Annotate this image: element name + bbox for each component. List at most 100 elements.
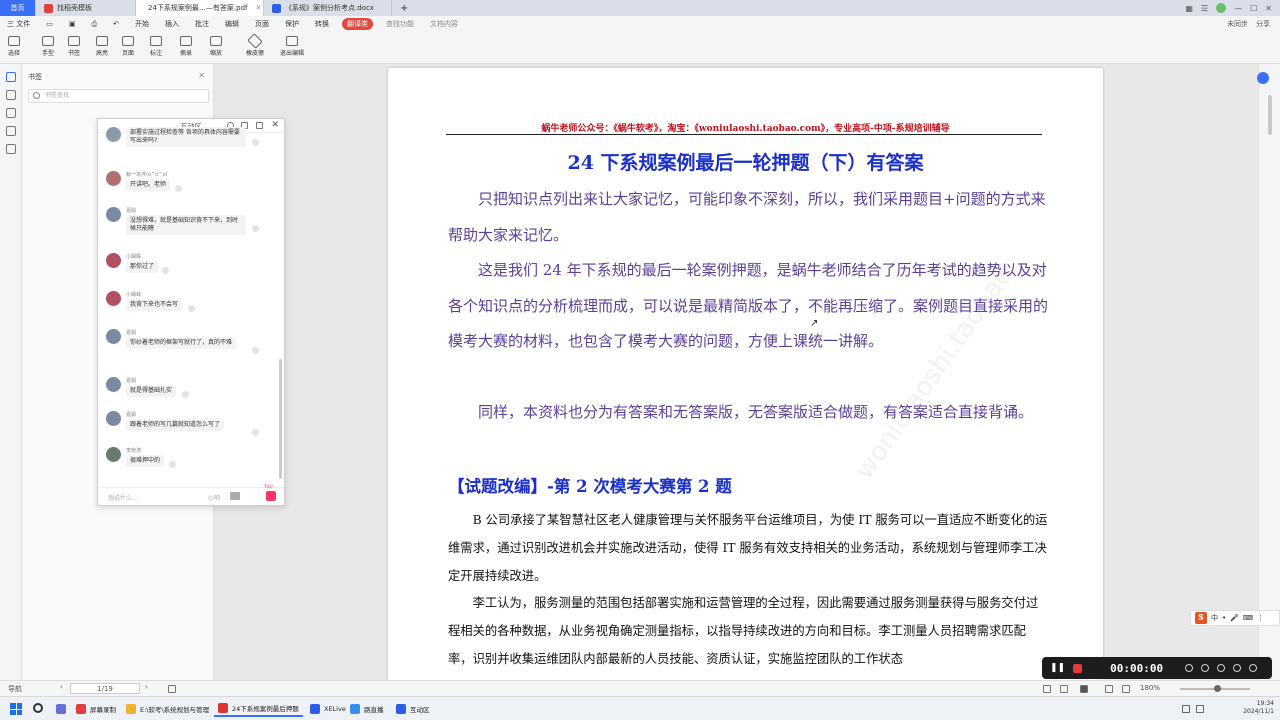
excerpt-tool[interactable]: 摘录 [180,36,192,57]
grid-icon[interactable]: ▦ [1185,4,1193,13]
ime-mode[interactable]: 中 [1211,613,1218,623]
menu-start[interactable]: 开始 [132,18,152,30]
camera-icon[interactable] [1185,664,1194,672]
like-icon[interactable] [252,225,259,232]
share-button[interactable]: 分享 [1256,19,1270,29]
print-icon[interactable]: ⎙ [88,19,100,30]
zoom-tool[interactable]: 缩放 [210,36,222,57]
zoom-slider-thumb[interactable] [1214,685,1221,692]
keyboard-icon[interactable]: ⌨ [1243,614,1253,622]
screenshot-icon[interactable] [1201,664,1210,672]
task-xelive[interactable]: XELive [306,701,350,717]
comment-icon[interactable] [6,108,16,118]
doc-assistant[interactable]: 文档内容 [427,18,461,30]
close-window-icon[interactable]: ✕ [1265,4,1272,13]
avatar[interactable] [106,207,121,222]
nav-toggle[interactable]: 导航 [8,684,22,694]
exit-edit-button[interactable]: 退出编辑 [280,36,304,57]
chat-input[interactable]: 想说什么… 小响 TV好 [98,484,284,505]
menu-edit[interactable]: 编辑 [222,18,242,30]
close-icon[interactable]: ✕ [271,120,279,130]
close-icon[interactable]: ✕ [255,4,261,12]
search-function[interactable]: 查找功能 [383,18,417,30]
avatar[interactable] [106,291,121,306]
avatar[interactable] [106,253,121,268]
like-icon[interactable] [252,429,259,436]
windows-start-icon[interactable] [10,703,22,715]
pause-icon[interactable]: ❚❚ [1050,663,1065,673]
attachment-icon[interactable] [6,126,16,136]
folder-icon[interactable] [230,492,240,500]
avatar[interactable] [106,447,121,462]
next-page-icon[interactable]: › [145,683,148,691]
menu-insert[interactable]: 插入 [162,18,182,30]
menu-comment[interactable]: 批注 [192,18,212,30]
ime-punct[interactable]: • [1222,614,1226,622]
search-panel-icon[interactable] [6,144,16,154]
chat-scrollbar[interactable] [279,359,282,479]
page-tool[interactable]: 页面 [122,36,134,57]
more-options-icon[interactable] [1249,664,1258,672]
tab-pdf[interactable]: 24下系规案例最…—有答案.pdf ✕ [136,0,264,16]
play-icon[interactable] [1080,685,1088,693]
search-icon[interactable] [33,703,43,713]
sync-status[interactable]: 未同步 [1227,19,1248,29]
task-live[interactable]: 路直播 [346,701,388,717]
undo-icon[interactable]: ↶ [110,19,122,29]
select-tool[interactable]: 选择 [8,36,20,57]
like-icon[interactable] [252,139,259,146]
sogou-logo-icon[interactable]: S [1195,612,1207,624]
eraser-button[interactable]: 橡皮擦 [246,33,264,57]
menu-protect[interactable]: 保护 [282,18,302,30]
tab-docer[interactable]: 找稻壳模板 [36,0,136,16]
document-page[interactable]: 蜗牛老师公众号：《蜗牛软考》，淘宝：《woniulaoshi.taobao.co… [388,68,1103,680]
avatar[interactable] [106,127,121,142]
fit-page-icon[interactable] [168,685,176,693]
page-indicator[interactable]: 1/19 [70,683,140,694]
task-explorer[interactable]: E:\软考\系统规划与管理 [122,701,213,717]
menu-convert[interactable]: 转换 [312,18,332,30]
menu-file[interactable]: 三 文件 [4,18,33,30]
annotate-tool[interactable]: 标注 [150,36,162,57]
bookmark-tool[interactable]: 书签 [68,36,80,57]
like-icon[interactable] [175,185,182,192]
avatar[interactable] [106,411,121,426]
tab-home[interactable]: 首页 [0,0,36,16]
highlight-tool[interactable]: 高亮 [96,36,108,57]
task-screen-recorder[interactable]: 屏幕录制 [72,701,120,717]
clock[interactable]: 19:34 2024/11/1 [1243,700,1274,716]
avatar[interactable] [106,329,121,344]
settings-icon[interactable] [1217,664,1226,672]
stop-icon[interactable] [1073,663,1083,673]
task-wps[interactable]: 24下系规案例最后押题 [214,701,303,717]
new-tab-button[interactable]: + [392,0,416,16]
like-icon[interactable] [162,267,169,274]
assistant-icon[interactable] [1257,72,1269,84]
bookmark-search-input[interactable]: 书签查找 [28,89,209,103]
task-chat[interactable]: 互动区 [392,701,434,717]
save-icon[interactable]: ▣ [66,19,79,29]
double-page-icon[interactable] [1060,685,1068,693]
like-icon[interactable] [188,305,195,312]
tray-volume-icon[interactable] [1196,705,1204,713]
vertical-scrollbar[interactable] [1268,95,1272,135]
maximize-icon[interactable]: ☐ [1250,4,1257,13]
menu-page[interactable]: 页面 [252,18,272,30]
fullscreen-icon[interactable] [1122,685,1130,693]
task-view-icon[interactable] [52,701,70,717]
avatar[interactable] [1216,3,1227,13]
list-icon[interactable]: ☰ [1201,4,1208,13]
zoom-level[interactable]: 180% [1140,684,1160,692]
avatar[interactable] [106,171,121,186]
close-icon[interactable]: ✕ [198,71,205,80]
microphone-icon[interactable]: 🎤 [1230,614,1239,622]
like-icon[interactable] [168,461,176,468]
avatar[interactable] [106,377,121,392]
like-icon[interactable] [252,347,259,354]
folder-icon[interactable]: ▭ [43,19,56,29]
menu-active[interactable]: 翻译类 [341,18,373,30]
like-icon[interactable] [181,391,189,398]
tab-docx[interactable]: 《系规》案例分析考点.docx [264,0,392,16]
popout-icon[interactable] [256,122,263,129]
pen-icon[interactable] [1233,664,1242,672]
